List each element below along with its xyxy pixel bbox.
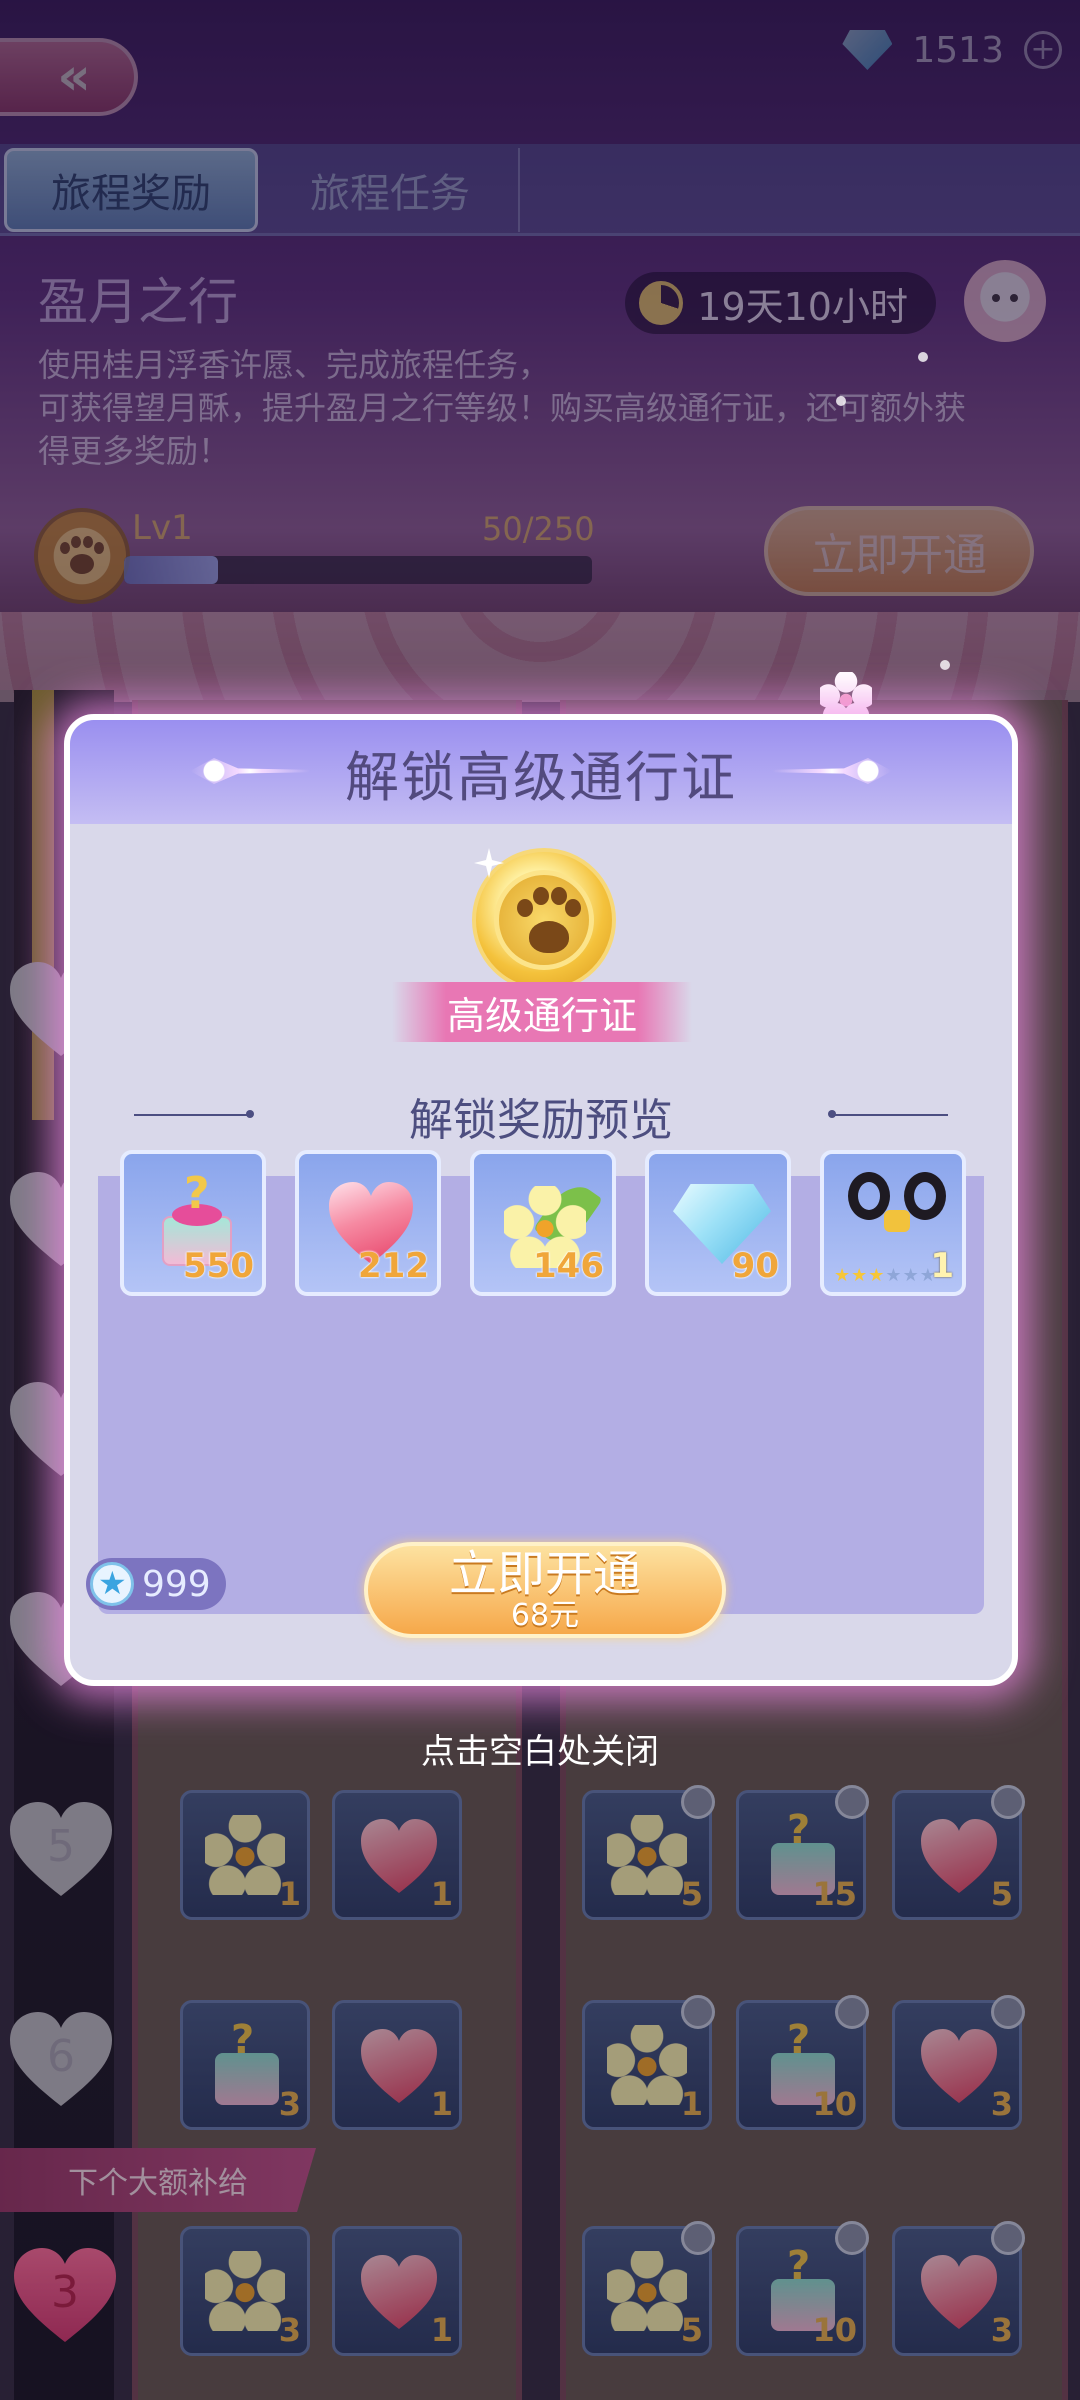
dialog-header: 解锁高级通行证 (70, 720, 1012, 824)
level-number: 6 (47, 2030, 75, 2082)
reward-qty: 212 (358, 1246, 429, 1286)
ornament-icon (772, 758, 892, 784)
preview-title: 解锁奖励预览 (409, 1095, 673, 1146)
reward-slot[interactable]: 90 (645, 1150, 791, 1296)
reward-qty: 90 (731, 1246, 779, 1286)
sparkle-decoration (940, 660, 950, 670)
star-filled-icon: ★ (851, 1265, 869, 1286)
activate-now-button[interactable]: 立即开通 68元 (364, 1542, 726, 1638)
star-empty-icon: ★ (885, 1265, 903, 1286)
sparkle-decoration (836, 396, 846, 406)
close-hint: 点击空白处关闭 (421, 1732, 659, 1772)
premium-pass-coin-icon (472, 848, 616, 992)
reward-slot[interactable]: 146 (470, 1150, 616, 1296)
unlock-pass-dialog: 解锁高级通行证 高级通行证 解锁奖励预览 ? 550 212 146 90 ★★… (64, 714, 1018, 1686)
black-bow-icon (844, 1168, 950, 1258)
ornament-icon (190, 758, 310, 784)
star-filled-icon: ★ (868, 1265, 886, 1286)
reward-slot[interactable]: 212 (295, 1150, 441, 1296)
pass-label: 高级通行证 (392, 982, 692, 1042)
reward-qty: 1 (930, 1246, 954, 1286)
reward-slot[interactable]: ★★★★★★ 1 (820, 1150, 966, 1296)
level-number: 5 (47, 1820, 75, 1872)
reward-qty: 550 (183, 1246, 254, 1286)
activate-label: 立即开通 (448, 1546, 641, 1602)
star-balance: 999 (86, 1558, 226, 1610)
star-balance-value: 999 (142, 1563, 211, 1605)
dialog-title: 解锁高级通行证 (345, 745, 737, 809)
reward-qty: 146 (533, 1246, 604, 1286)
star-filled-icon: ★ (834, 1265, 852, 1286)
rarity-stars: ★★★★★★ (834, 1265, 937, 1286)
activate-price: 68元 (510, 1598, 580, 1633)
star-coin-icon (90, 1562, 134, 1606)
reward-slot[interactable]: ? 550 (120, 1150, 266, 1296)
level-number: 3 (51, 2266, 79, 2318)
star-empty-icon: ★ (902, 1265, 920, 1286)
divider-line (828, 1110, 948, 1118)
sparkle-decoration (918, 352, 928, 362)
